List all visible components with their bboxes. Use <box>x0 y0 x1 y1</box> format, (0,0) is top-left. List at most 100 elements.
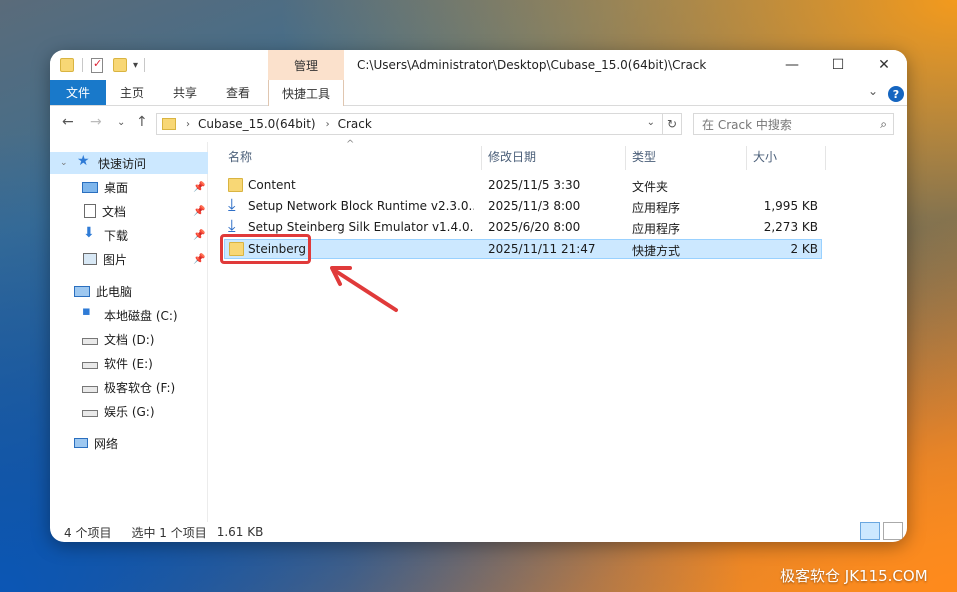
refresh-button[interactable]: ↻ <box>662 113 682 135</box>
folder-icon[interactable] <box>60 58 74 72</box>
column-divider[interactable] <box>825 146 826 170</box>
folder-icon <box>228 178 243 192</box>
file-size: 1,995 KB <box>763 199 818 213</box>
tab-shortcut-tools[interactable]: 快捷工具 <box>268 80 344 106</box>
forward-button[interactable]: → <box>90 114 102 130</box>
file-modified: 2025/11/11 21:47 <box>488 242 596 256</box>
collapse-icon[interactable]: ⌄ <box>60 158 68 168</box>
details-view-icon[interactable] <box>860 522 880 540</box>
recent-locations-button[interactable]: ⌄ <box>117 117 125 128</box>
folder-icon <box>162 118 176 130</box>
pin-icon: 📌 <box>193 253 206 265</box>
download-icon <box>82 225 98 242</box>
sidebar-item-label: 此电脑 <box>96 284 133 299</box>
search-box[interactable]: 在 Crack 中搜索 ⌕ <box>693 113 894 135</box>
desktop-icon <box>82 181 98 193</box>
file-name: Setup Steinberg Silk Emulator v1.4.0.... <box>248 220 474 234</box>
sidebar-item-label: 文档 (D:) <box>104 332 155 347</box>
sidebar-item-drive-f[interactable]: 极客软仓 (F:) <box>50 376 208 398</box>
ribbon-tabs: 文件 主页 共享 查看 快捷工具 ⌄ <box>50 80 907 106</box>
column-header-modified[interactable]: 修改日期 <box>488 142 536 170</box>
address-dropdown-icon[interactable]: ⌄ <box>647 117 655 128</box>
column-header-type[interactable]: 类型 <box>632 142 656 170</box>
tab-view[interactable]: 查看 <box>226 80 250 105</box>
sidebar-item-pictures[interactable]: 图片 📌 <box>50 248 208 270</box>
search-icon[interactable]: ⌕ <box>880 117 887 132</box>
sort-ascending-icon: ^ <box>346 139 355 150</box>
customize-toolbar-icon[interactable]: ▾ <box>133 60 138 71</box>
sidebar-item-documents[interactable]: 文档 📌 <box>50 200 208 222</box>
picture-icon <box>83 253 97 265</box>
breadcrumb-crack[interactable]: Crack <box>338 117 372 131</box>
file-size: 2 KB <box>790 242 818 256</box>
sidebar-item-drive-g[interactable]: 娱乐 (G:) <box>50 400 208 422</box>
sidebar-item-drive-c[interactable]: 本地磁盘 (C:) <box>50 304 208 326</box>
new-folder-icon[interactable] <box>113 58 127 72</box>
file-modified: 2025/11/3 8:00 <box>488 199 581 213</box>
sidebar-item-quick-access[interactable]: ⌄ 快速访问 <box>50 152 208 174</box>
context-tab-group-label: 管理 <box>268 50 344 80</box>
sidebar-item-label: 极客软仓 (F:) <box>104 380 176 395</box>
network-icon <box>74 438 88 448</box>
sidebar-item-label: 文档 <box>102 204 127 219</box>
computer-icon <box>74 285 90 297</box>
item-count: 4 个项目 <box>64 525 112 540</box>
sidebar-item-label: 桌面 <box>104 180 129 195</box>
divider <box>82 58 83 72</box>
up-button[interactable]: ↑ <box>136 114 148 130</box>
table-row[interactable]: Content 2025/11/5 3:30 文件夹 <box>224 176 822 196</box>
file-size: 2,273 KB <box>763 220 818 234</box>
quick-access-toolbar: ▾ <box>60 56 146 74</box>
explorer-window: ▾ 管理 C:\Users\Administrator\Desktop\Cuba… <box>50 50 907 542</box>
system-drive-icon <box>82 304 98 322</box>
sidebar-item-network[interactable]: 网络 <box>50 432 208 454</box>
drive-icon <box>82 337 98 345</box>
properties-icon[interactable] <box>91 57 103 73</box>
back-button[interactable]: ← <box>62 114 74 130</box>
address-bar[interactable]: › Cubase_15.0(64bit) › Crack ⌄ <box>156 113 682 135</box>
file-type: 快捷方式 <box>632 244 681 258</box>
maximize-button[interactable]: ☐ <box>815 50 861 80</box>
annotation-arrow-icon <box>330 266 398 312</box>
breadcrumb-cubase[interactable]: Cubase_15.0(64bit) <box>198 117 316 131</box>
table-row[interactable]: Setup Steinberg Silk Emulator v1.4.0....… <box>224 216 822 238</box>
selection-size: 1.61 KB <box>216 525 264 539</box>
search-input[interactable]: 在 Crack 中搜索 <box>702 116 792 133</box>
pin-icon: 📌 <box>193 229 206 241</box>
minimize-button[interactable]: — <box>769 50 815 80</box>
title-bar: ▾ 管理 C:\Users\Administrator\Desktop\Cuba… <box>50 50 907 80</box>
tab-home[interactable]: 主页 <box>120 80 144 105</box>
sidebar-item-this-pc[interactable]: 此电脑 <box>50 280 208 302</box>
sidebar-item-drive-e[interactable]: 软件 (E:) <box>50 352 208 374</box>
drive-icon <box>82 361 98 369</box>
tab-share[interactable]: 共享 <box>173 80 197 105</box>
sidebar-item-desktop[interactable]: 桌面 📌 <box>50 176 208 198</box>
breadcrumb-separator[interactable]: › <box>186 119 190 130</box>
column-header-name[interactable]: 名称 <box>228 142 252 170</box>
breadcrumb-separator[interactable]: › <box>326 119 330 130</box>
help-icon[interactable]: ? <box>888 86 904 102</box>
sidebar-item-label: 网络 <box>94 436 119 451</box>
document-icon <box>84 204 96 218</box>
table-row-selected[interactable]: Steinberg 2025/11/11 21:47 快捷方式 2 KB <box>224 239 822 259</box>
file-list: ^ 名称 修改日期 类型 大小 Content 2025/11/5 3:30 文… <box>220 139 907 522</box>
sidebar-item-label: 本地磁盘 (C:) <box>104 308 178 323</box>
navigation-bar: ← → ⌄ ↑ › Cubase_15.0(64bit) › Crack ⌄ ↻… <box>50 106 907 142</box>
highlight-box <box>220 234 311 264</box>
column-divider[interactable] <box>625 146 626 170</box>
column-header-size[interactable]: 大小 <box>753 142 777 170</box>
tab-file[interactable]: 文件 <box>50 80 106 105</box>
selection-count: 选中 1 个项目 <box>131 525 207 540</box>
drive-icon <box>82 385 98 393</box>
file-type: 文件夹 <box>632 180 669 194</box>
close-button[interactable]: ✕ <box>861 50 907 80</box>
sidebar-item-downloads[interactable]: 下载 📌 <box>50 224 208 246</box>
table-row[interactable]: Setup Network Block Runtime v2.3.0.... 2… <box>224 195 822 217</box>
collapse-ribbon-icon[interactable]: ⌄ <box>868 84 878 98</box>
column-divider[interactable] <box>746 146 747 170</box>
setup-icon <box>228 195 243 215</box>
column-divider[interactable] <box>481 146 482 170</box>
status-bar: 4 个项目 选中 1 个项目 1.61 KB <box>50 522 907 542</box>
large-icons-view-icon[interactable] <box>883 522 903 540</box>
sidebar-item-drive-d[interactable]: 文档 (D:) <box>50 328 208 350</box>
